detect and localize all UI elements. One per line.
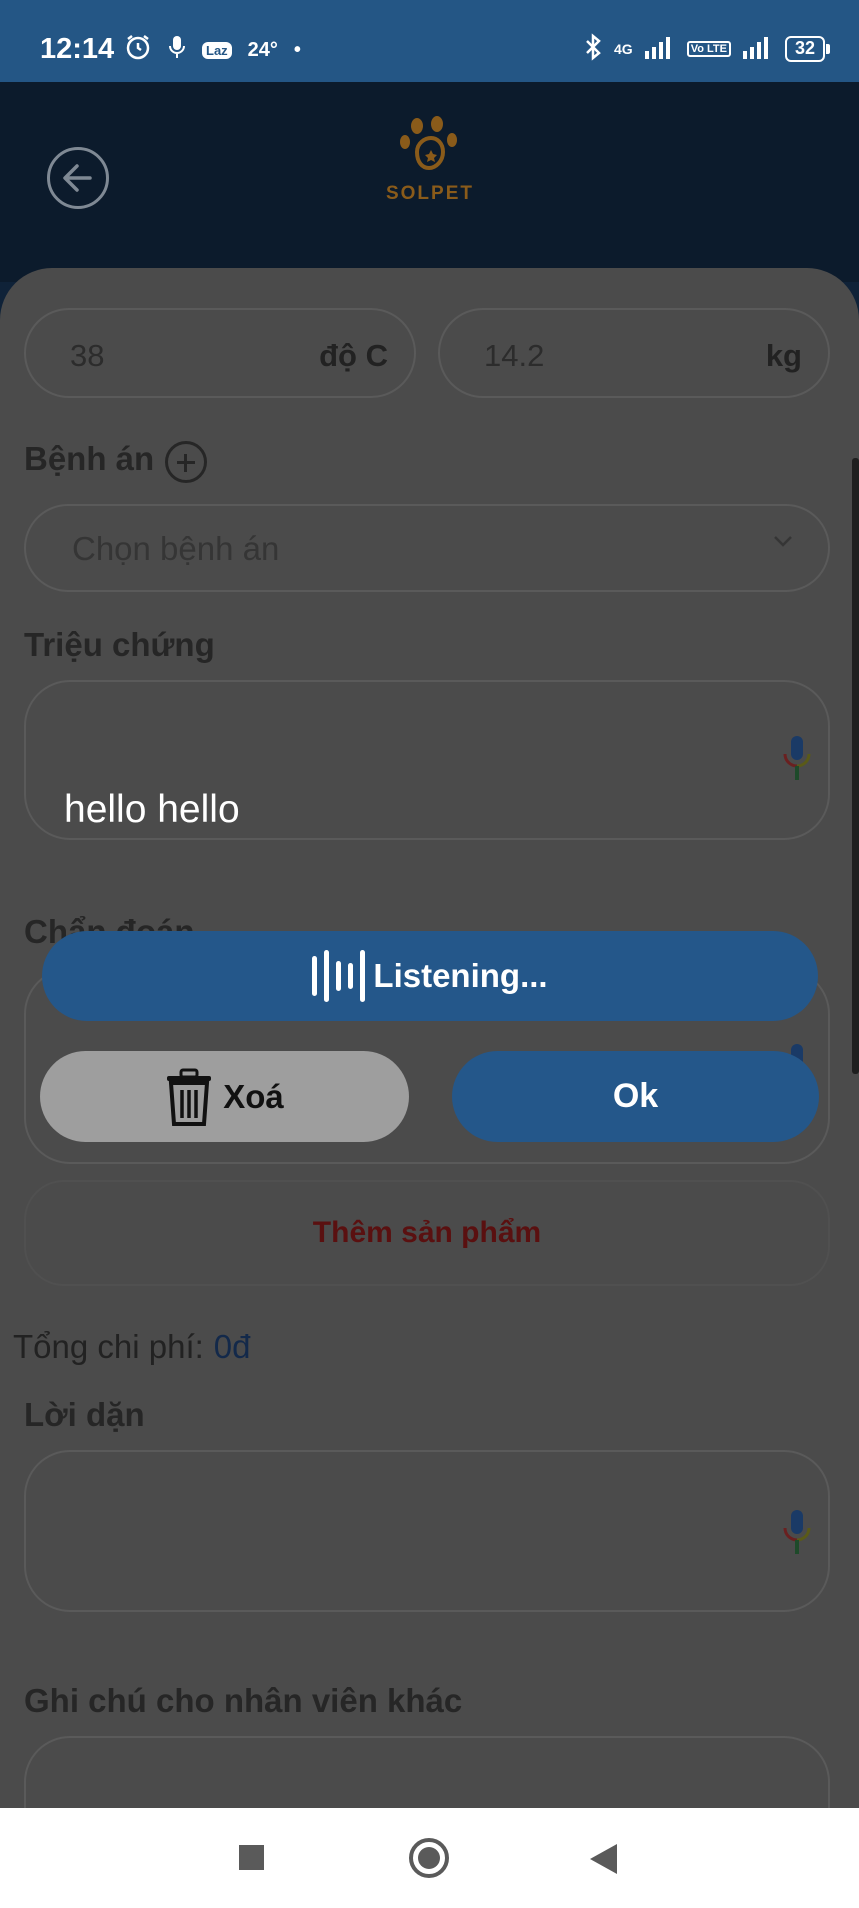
add-medical-record-icon[interactable] (165, 441, 207, 483)
instructions-textarea[interactable] (24, 1450, 830, 1612)
symptoms-textarea[interactable]: hello hello (24, 680, 830, 840)
app-logo: SOLPET (380, 116, 480, 205)
symptoms-label: Triệu chứng (24, 626, 215, 663)
scrollbar[interactable] (852, 458, 859, 1074)
laz-badge: Laz (202, 41, 232, 59)
recent-apps-icon[interactable] (239, 1845, 264, 1870)
weight-field[interactable]: 14.2 kg (438, 308, 830, 398)
status-bar: 12:14 Laz 24° • 4G Vo LTE 32 (0, 0, 859, 82)
chevron-down-icon (774, 536, 792, 547)
trash-icon (167, 1068, 212, 1126)
medical-record-placeholder: Chọn bệnh án (72, 530, 280, 567)
status-icons-left: Laz 24° • (124, 33, 301, 67)
signal-icon-2 (742, 35, 773, 62)
status-icons-right: 4G Vo LTE 32 (584, 33, 831, 64)
listening-indicator: Listening... (42, 931, 818, 1021)
staff-note-textarea[interactable] (24, 1736, 830, 1808)
delete-button[interactable]: Xoá (40, 1051, 409, 1142)
system-nav-bar (0, 1808, 859, 1908)
notification-dot-icon: • (293, 38, 301, 61)
weight-unit: kg (765, 338, 802, 373)
symptoms-value: hello hello (64, 788, 240, 831)
staff-note-label: Ghi chú cho nhân viên khác (24, 1682, 463, 1719)
app-header: SOLPET (0, 82, 859, 282)
back-button[interactable] (47, 147, 109, 209)
medical-record-select[interactable]: Chọn bệnh án (24, 504, 830, 592)
mic-icon[interactable] (782, 1508, 812, 1558)
back-triangle-icon[interactable] (590, 1844, 617, 1874)
listening-text: Listening... (373, 957, 548, 994)
ok-label: Ok (612, 1077, 659, 1115)
temperature-value: 38 (70, 338, 105, 373)
delete-label: Xoá (223, 1077, 284, 1115)
temperature-field[interactable]: 38 độ C (24, 308, 416, 398)
total-cost-amount: 0đ (213, 1328, 251, 1365)
paw-logo-icon (400, 116, 457, 171)
add-product-button[interactable]: Thêm sản phẩm (24, 1180, 830, 1286)
medical-form-card: 38 độ C 14.2 kg Bệnh án Chọn bệnh án Tri… (0, 268, 859, 1808)
sound-wave-icon (312, 950, 366, 1002)
instructions-label: Lời dặn (24, 1396, 145, 1433)
temperature-unit: độ C (319, 338, 388, 373)
mic-icon[interactable] (782, 734, 812, 784)
network-type-text: 4G (614, 40, 633, 57)
ok-button[interactable]: Ok (452, 1051, 819, 1142)
medical-record-label: Bệnh án (24, 440, 155, 477)
mic-status-icon (168, 34, 186, 66)
temperature-text: 24° (247, 38, 278, 61)
total-cost-label: Tổng chi phí: (13, 1328, 204, 1365)
bluetooth-icon (584, 33, 602, 64)
home-icon[interactable] (409, 1838, 449, 1878)
battery-indicator: 32 (784, 35, 831, 62)
signal-icon-1 (644, 35, 675, 62)
status-time: 12:14 (40, 33, 115, 65)
arrow-left-icon (63, 164, 92, 192)
total-cost: Tổng chi phí: 0đ (13, 1328, 251, 1366)
weight-value: 14.2 (484, 338, 545, 373)
add-product-label: Thêm sản phẩm (312, 1216, 542, 1249)
alarm-icon (124, 33, 152, 67)
brand-name: SOLPET (385, 183, 474, 204)
volte-text: Vo LTE (686, 40, 731, 57)
